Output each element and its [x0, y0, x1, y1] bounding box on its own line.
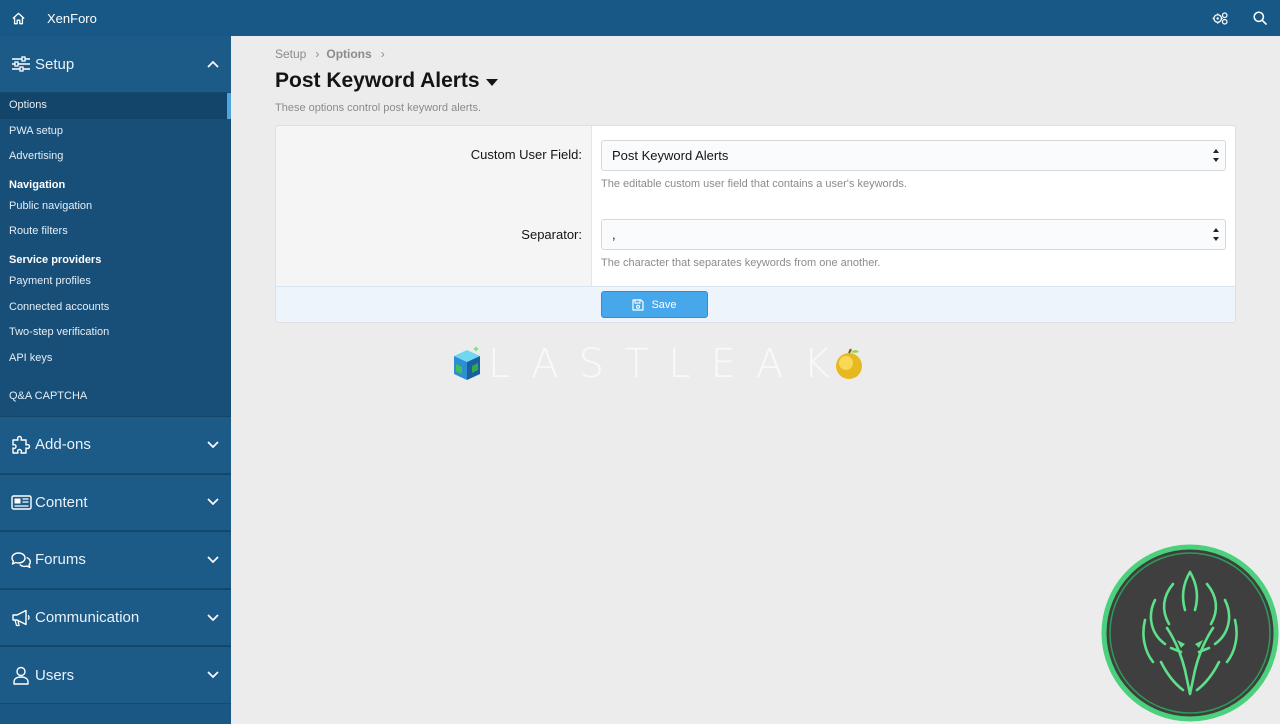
megaphone-icon: [10, 607, 32, 629]
breadcrumb: Setup › Options ›: [275, 47, 392, 61]
sidebar-item-route-filters[interactable]: Route filters: [0, 219, 231, 245]
apple-icon: [835, 348, 862, 379]
sidebar-section-content[interactable]: Content: [0, 473, 231, 532]
search-icon[interactable]: [1240, 0, 1280, 36]
watermark-logo: LASTLEAK: [450, 340, 866, 388]
top-bar: XenForo: [0, 0, 1280, 36]
sidebar-item-pwa-setup[interactable]: PWA setup: [0, 119, 231, 145]
breadcrumb-separator: ›: [315, 47, 320, 61]
sidebar-section-label: Setup: [35, 55, 75, 73]
sidebar-section-forums[interactable]: Forums: [0, 531, 231, 589]
sidebar-section-users[interactable]: Users: [0, 646, 231, 704]
breadcrumb-separator: ›: [380, 47, 385, 61]
setup-menu: Options PWA setup Advertising Navigation…: [0, 93, 231, 416]
custom-user-field-label: Custom User Field:: [470, 147, 582, 162]
sidebar-item-options[interactable]: Options: [0, 93, 231, 119]
sidebar-section-label: Forums: [35, 551, 86, 569]
sidebar-item-two-step-verification[interactable]: Two-step verification: [0, 320, 231, 346]
admin-sidebar: Setup Options PWA setup Advertising Navi…: [0, 36, 231, 724]
sliders-icon: [10, 53, 32, 75]
brand-title[interactable]: XenForo: [47, 11, 97, 26]
sidebar-item-payment-profiles[interactable]: Payment profiles: [0, 269, 231, 295]
sidebar-item-qa-captcha[interactable]: Q&A CAPTCHA: [0, 384, 231, 410]
settings-icon[interactable]: [1200, 0, 1240, 36]
home-icon[interactable]: [0, 0, 36, 36]
page-title-text: Post Keyword Alerts: [275, 69, 480, 92]
page-title[interactable]: Post Keyword Alerts: [275, 69, 498, 93]
separator-hint: The character that separates keywords fr…: [601, 257, 881, 269]
sidebar-item-connected-accounts[interactable]: Connected accounts: [0, 295, 231, 321]
sidebar-section-communication[interactable]: Communication: [0, 588, 231, 647]
form-submit-row: Save: [276, 286, 1235, 322]
newspaper-icon: [10, 491, 32, 513]
save-icon: [632, 298, 645, 311]
custom-user-field-select[interactable]: Post Keyword Alerts: [601, 140, 1226, 171]
breadcrumb-options[interactable]: Options: [326, 47, 371, 61]
caret-down-icon[interactable]: [485, 78, 498, 86]
chevron-down-icon[interactable]: [207, 553, 221, 567]
breadcrumb-setup[interactable]: Setup: [275, 47, 306, 61]
separator-select[interactable]: ,: [601, 219, 1226, 250]
user-icon: [10, 664, 32, 686]
save-button-label: Save: [651, 298, 677, 311]
page-description: These options control post keyword alert…: [275, 102, 482, 114]
dragon-emblem-icon: [1101, 544, 1279, 722]
chevron-down-icon[interactable]: [207, 438, 221, 452]
cube-icon: [454, 346, 480, 380]
sidebar-item-advertising[interactable]: Advertising: [0, 144, 231, 170]
collapsed-sections: Add-ons Content Forums Communication Use…: [0, 415, 231, 704]
chevron-down-icon[interactable]: [207, 611, 221, 625]
sidebar-section-setup[interactable]: Setup: [0, 36, 231, 93]
custom-user-field-hint: The editable custom user field that cont…: [601, 178, 907, 190]
select-arrows-icon: [1212, 228, 1220, 241]
save-button[interactable]: Save: [601, 291, 708, 318]
comments-icon: [10, 549, 32, 571]
sidebar-item-public-navigation[interactable]: Public navigation: [0, 194, 231, 220]
sidebar-section-label: Communication: [35, 609, 140, 627]
select-value: Post Keyword Alerts: [612, 148, 729, 163]
puzzle-icon: [10, 434, 32, 456]
chevron-down-icon[interactable]: [207, 668, 221, 682]
chevron-up-icon[interactable]: [207, 57, 221, 71]
chevron-down-icon[interactable]: [207, 495, 221, 509]
watermark-text: LASTLEAK: [488, 341, 850, 387]
sidebar-section-label: Content: [35, 493, 88, 511]
select-value: ,: [612, 227, 616, 242]
sidebar-heading-service-providers: Service providers: [9, 253, 102, 266]
sidebar-section-add-ons[interactable]: Add-ons: [0, 415, 231, 474]
select-arrows-icon: [1212, 149, 1220, 162]
sidebar-item-api-keys[interactable]: API keys: [0, 346, 231, 372]
sidebar-section-label: Add-ons: [35, 436, 91, 454]
options-form: Custom User Field: Post Keyword Alerts T…: [275, 125, 1236, 323]
sidebar-heading-navigation: Navigation: [9, 178, 66, 191]
sidebar-section-label: Users: [35, 666, 75, 684]
separator-label: Separator:: [521, 227, 582, 242]
